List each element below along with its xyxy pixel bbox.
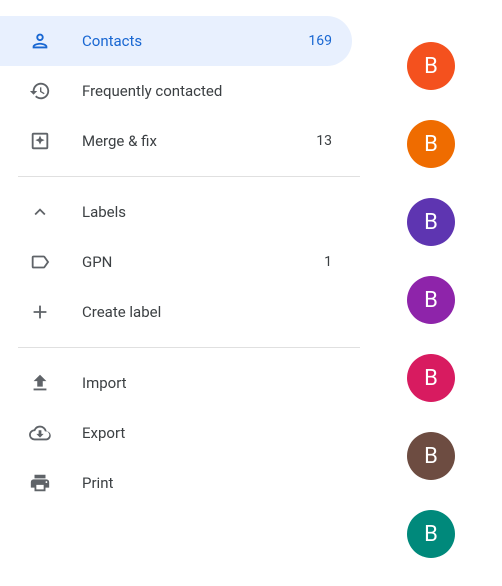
label-icon [28, 250, 52, 274]
sidebar-item-contacts[interactable]: Contacts 169 [0, 16, 352, 66]
upload-icon [28, 371, 52, 395]
sidebar-item-label: Labels [82, 203, 332, 221]
sidebar-item-export[interactable]: Export [0, 408, 352, 458]
avatar[interactable]: B [407, 276, 455, 324]
history-icon [28, 79, 52, 103]
sidebar-label-gpn[interactable]: GPN 1 [0, 237, 352, 287]
avatar[interactable]: B [407, 198, 455, 246]
sidebar-item-label: Print [82, 474, 332, 492]
divider [18, 347, 360, 348]
chevron-up-icon [28, 200, 52, 224]
sidebar-item-label: Create label [82, 303, 332, 321]
avatar[interactable]: B [407, 42, 455, 90]
divider [18, 176, 360, 177]
avatar[interactable]: B [407, 354, 455, 402]
sidebar-item-count: 169 [302, 33, 332, 49]
person-icon [28, 29, 52, 53]
avatar-column: BBBBBBB [360, 10, 502, 586]
avatar[interactable]: B [407, 432, 455, 480]
sidebar-item-label: GPN [82, 253, 302, 271]
sidebar: Contacts 169 Frequently contacted Merge … [0, 10, 360, 586]
sidebar-item-mergefix[interactable]: Merge & fix 13 [0, 116, 352, 166]
sidebar-item-print[interactable]: Print [0, 458, 352, 508]
sidebar-item-label: Import [82, 374, 332, 392]
sidebar-create-label[interactable]: Create label [0, 287, 352, 337]
avatar[interactable]: B [407, 510, 455, 558]
sidebar-item-label: Contacts [82, 32, 302, 50]
cloud-download-icon [28, 421, 52, 445]
sparkle-icon [28, 129, 52, 153]
sidebar-item-label: Frequently contacted [82, 82, 332, 100]
sidebar-item-count: 13 [302, 133, 332, 149]
avatar[interactable]: B [407, 120, 455, 168]
sidebar-item-frequent[interactable]: Frequently contacted [0, 66, 352, 116]
sidebar-item-label: Merge & fix [82, 132, 302, 150]
sidebar-labels-header[interactable]: Labels [0, 187, 352, 237]
sidebar-item-label: Export [82, 424, 332, 442]
print-icon [28, 471, 52, 495]
sidebar-item-import[interactable]: Import [0, 358, 352, 408]
sidebar-item-count: 1 [302, 254, 332, 270]
plus-icon [28, 300, 52, 324]
